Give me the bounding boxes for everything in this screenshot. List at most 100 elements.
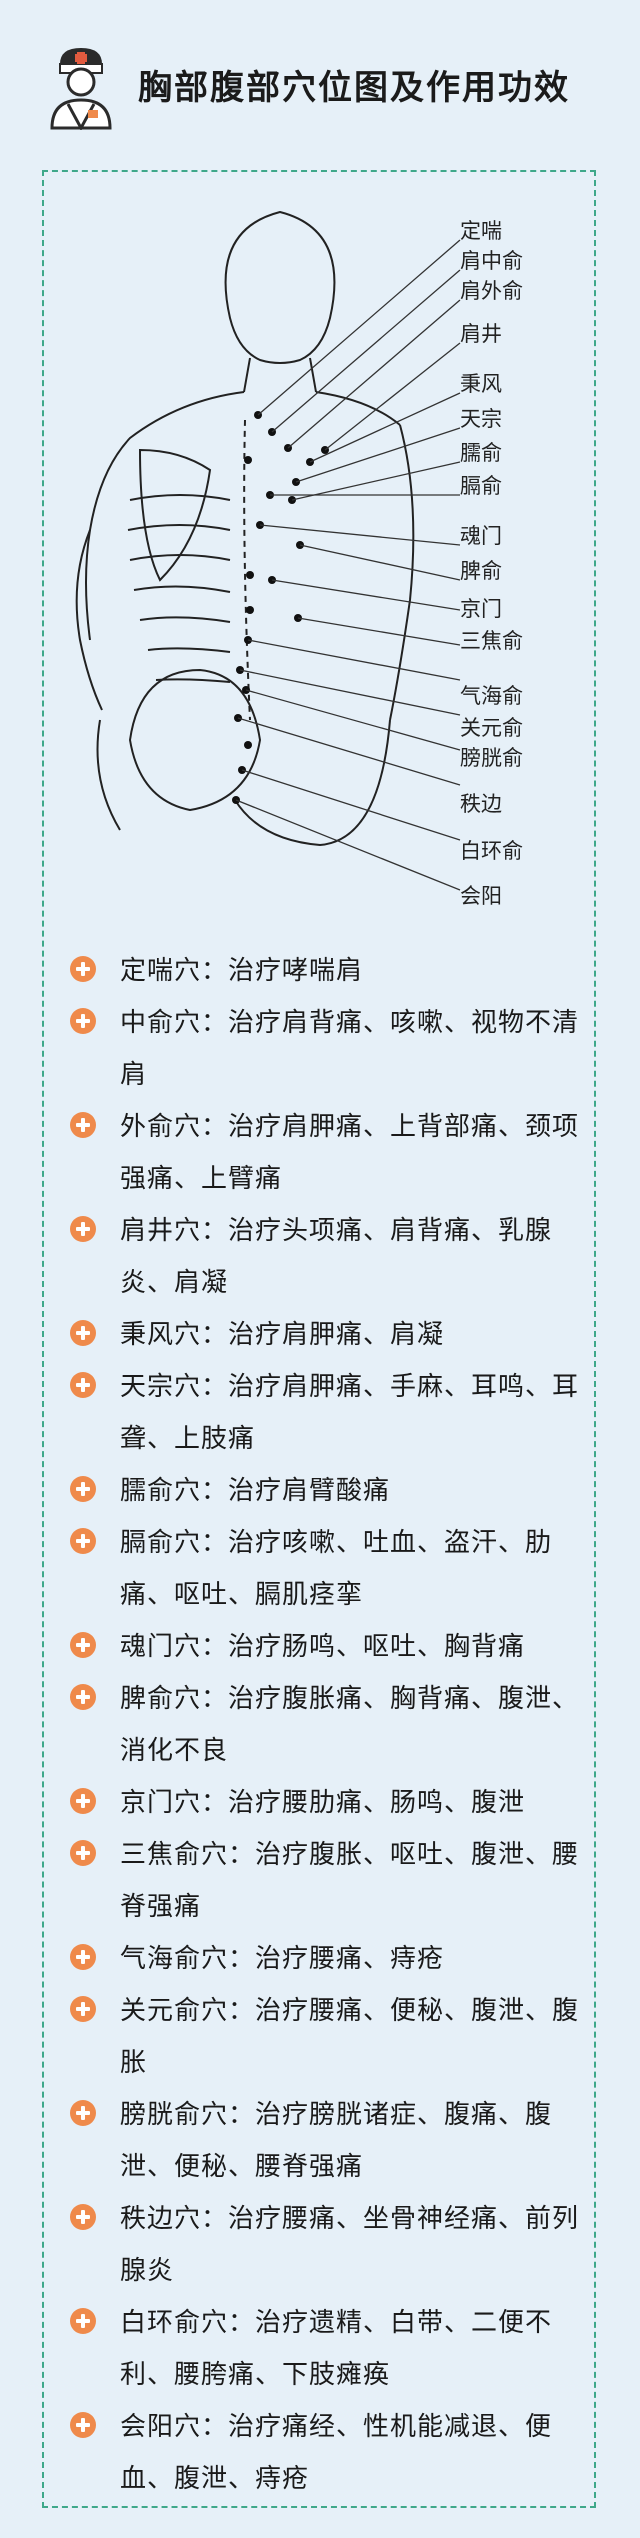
list-item: 白环俞穴：治疗遗精、白带、二便不利、腰胯痛、下肢瘫痪 bbox=[70, 2297, 590, 2401]
label-naoshu: 臑俞 bbox=[460, 441, 502, 465]
plus-icon bbox=[70, 1840, 96, 1866]
plus-icon bbox=[70, 1944, 96, 1970]
plus-icon bbox=[70, 1996, 96, 2022]
label-tianzong: 天宗 bbox=[460, 407, 502, 431]
list-item: 脾俞穴：治疗腹胀痛、胸背痛、腹泄、消化不良 bbox=[70, 1673, 590, 1777]
list-item: 膀胱俞穴：治疗膀胱诸症、腹痛、腹泄、便秘、腰脊强痛 bbox=[70, 2089, 590, 2193]
list-item: 关元俞穴：治疗腰痛、便秘、腹泄、腹胀 bbox=[70, 1985, 590, 2089]
label-hunmen: 魂门 bbox=[460, 524, 502, 548]
acupoint-effect: 治疗肩臂酸痛 bbox=[228, 1476, 391, 1506]
acupoint-list: 定喘穴：治疗哮喘肩中俞穴：治疗肩背痛、咳嗽、视物不清肩 外俞穴：治疗肩胛痛、上背部… bbox=[70, 945, 590, 2505]
label-sanjiaoshu: 三焦俞 bbox=[460, 629, 523, 653]
plus-icon bbox=[70, 1320, 96, 1346]
list-item-text: 天宗穴：治疗肩胛痛、手麻、耳鸣、耳聋、上肢痛 bbox=[120, 1372, 580, 1454]
list-item-text: 外俞穴：治疗肩胛痛、上背部痛、颈项强痛、上臂痛 bbox=[120, 1112, 580, 1194]
label-pishu: 脾俞 bbox=[460, 559, 502, 583]
header: 胸部腹部穴位图及作用功效 bbox=[0, 0, 640, 165]
label-zhibian: 秩边 bbox=[460, 792, 502, 816]
label-dingchuan: 定喘 bbox=[460, 219, 502, 243]
acupoint-name: 气海俞穴 bbox=[120, 1944, 229, 1974]
list-item: 天宗穴：治疗肩胛痛、手麻、耳鸣、耳聋、上肢痛 bbox=[70, 1361, 590, 1465]
plus-icon bbox=[70, 1788, 96, 1814]
label-pangguangshu: 膀胱俞 bbox=[460, 746, 523, 770]
acupoint-name: 秉风穴 bbox=[120, 1320, 202, 1350]
list-item-text: 肩井穴：治疗头项痛、肩背痛、乳腺炎、肩凝 bbox=[120, 1216, 553, 1298]
list-item-text: 定喘穴：治疗哮喘肩 bbox=[120, 956, 364, 986]
label-guanyuanshu: 关元俞 bbox=[460, 716, 523, 740]
list-item: 秉风穴：治疗肩胛痛、肩凝 bbox=[70, 1309, 590, 1361]
list-item: 肩井穴：治疗头项痛、肩背痛、乳腺炎、肩凝 bbox=[70, 1205, 590, 1309]
acupoint-effect: 治疗哮喘肩 bbox=[228, 956, 364, 986]
list-item: 臑俞穴：治疗肩臂酸痛 bbox=[70, 1465, 590, 1517]
acupoint-effect: 治疗肠鸣、呕吐、胸背痛 bbox=[228, 1632, 526, 1662]
list-item: 膈俞穴：治疗咳嗽、吐血、盗汗、肋痛、呕吐、膈肌痉挛 bbox=[70, 1517, 590, 1621]
acupoint-back-diagram bbox=[75, 210, 461, 891]
acupoint-name: 肩井穴 bbox=[120, 1216, 202, 1246]
acupoint-effect: 治疗肩胛痛、肩凝 bbox=[228, 1320, 445, 1350]
plus-icon bbox=[70, 1112, 96, 1138]
list-item-text: 白环俞穴：治疗遗精、白带、二便不利、腰胯痛、下肢瘫痪 bbox=[120, 2308, 553, 2390]
label-huiyang: 会阳 bbox=[460, 884, 502, 908]
list-item-text: 臑俞穴：治疗肩臂酸痛 bbox=[120, 1476, 391, 1506]
list-item-text: 会阳穴：治疗痛经、性机能减退、便血、腹泄、痔疮 bbox=[120, 2412, 553, 2494]
plus-icon bbox=[70, 1372, 96, 1398]
list-item: 定喘穴：治疗哮喘肩 bbox=[70, 945, 590, 997]
list-item-text: 气海俞穴：治疗腰痛、痔疮 bbox=[120, 1944, 445, 1974]
plus-icon bbox=[70, 1684, 96, 1710]
acupoint-name: 关元俞穴 bbox=[120, 1996, 229, 2026]
list-item: 京门穴：治疗腰肋痛、肠鸣、腹泄 bbox=[70, 1777, 590, 1829]
label-bingfeng: 秉风 bbox=[460, 372, 502, 396]
plus-icon bbox=[70, 2204, 96, 2230]
list-item-text: 京门穴：治疗腰肋痛、肠鸣、腹泄 bbox=[120, 1788, 526, 1818]
plus-icon bbox=[70, 1528, 96, 1554]
list-item-text: 魂门穴：治疗肠鸣、呕吐、胸背痛 bbox=[120, 1632, 526, 1662]
list-item: 三焦俞穴：治疗腹胀、呕吐、腹泄、腰脊强痛 bbox=[70, 1829, 590, 1933]
plus-icon bbox=[70, 1632, 96, 1658]
page-title: 胸部腹部穴位图及作用功效 bbox=[138, 68, 570, 108]
list-item: 气海俞穴：治疗腰痛、痔疮 bbox=[70, 1933, 590, 1985]
list-item: 外俞穴：治疗肩胛痛、上背部痛、颈项强痛、上臂痛 bbox=[70, 1101, 590, 1205]
plus-icon bbox=[70, 1008, 96, 1034]
acupoint-name: 中俞穴 bbox=[120, 1008, 202, 1038]
plus-icon bbox=[70, 1216, 96, 1242]
list-item-text: 秩边穴：治疗腰痛、坐骨神经痛、前列腺炎 bbox=[120, 2204, 580, 2286]
acupoint-name: 外俞穴 bbox=[120, 1112, 202, 1142]
list-item-text: 脾俞穴：治疗腹胀痛、胸背痛、腹泄、消化不良 bbox=[120, 1684, 580, 1766]
plus-icon bbox=[70, 1476, 96, 1502]
acupoint-name: 京门穴 bbox=[120, 1788, 202, 1818]
acupoint-name: 脾俞穴 bbox=[120, 1684, 202, 1714]
acupoint-name: 秩边穴 bbox=[120, 2204, 202, 2234]
list-item-text: 三焦俞穴：治疗腹胀、呕吐、腹泄、腰脊强痛 bbox=[120, 1840, 580, 1922]
acupoint-name: 臑俞穴 bbox=[120, 1476, 202, 1506]
list-item-text: 关元俞穴：治疗腰痛、便秘、腹泄、腹胀 bbox=[120, 1996, 580, 2078]
list-item-text: 秉风穴：治疗肩胛痛、肩凝 bbox=[120, 1320, 445, 1350]
list-item-text: 中俞穴：治疗肩背痛、咳嗽、视物不清肩 bbox=[120, 1008, 580, 1090]
plus-icon bbox=[70, 2308, 96, 2334]
plus-icon bbox=[70, 956, 96, 982]
doctor-icon bbox=[50, 48, 112, 130]
acupoint-name: 膀胱俞穴 bbox=[120, 2100, 229, 2130]
acupoint-name: 魂门穴 bbox=[120, 1632, 202, 1662]
acupoint-effect: 治疗腰肋痛、肠鸣、腹泄 bbox=[228, 1788, 526, 1818]
acupoint-name: 白环俞穴 bbox=[120, 2308, 229, 2338]
list-item: 秩边穴：治疗腰痛、坐骨神经痛、前列腺炎 bbox=[70, 2193, 590, 2297]
list-item: 中俞穴：治疗肩背痛、咳嗽、视物不清肩 bbox=[70, 997, 590, 1101]
acupoint-name: 定喘穴 bbox=[120, 956, 202, 986]
list-item: 会阳穴：治疗痛经、性机能减退、便血、腹泄、痔疮 bbox=[70, 2401, 590, 2505]
plus-icon bbox=[70, 2412, 96, 2438]
label-jianjing: 肩井 bbox=[460, 322, 502, 346]
label-geshu: 膈俞 bbox=[460, 474, 502, 498]
label-jianzhongshu: 肩中俞 bbox=[460, 249, 523, 273]
acupoint-name: 膈俞穴 bbox=[120, 1528, 202, 1558]
list-item-text: 膈俞穴：治疗咳嗽、吐血、盗汗、肋痛、呕吐、膈肌痉挛 bbox=[120, 1528, 553, 1610]
plus-icon bbox=[70, 2100, 96, 2126]
acupoint-effect: 治疗腰痛、痔疮 bbox=[255, 1944, 445, 1974]
label-baihuanshu: 白环俞 bbox=[460, 839, 523, 863]
acupoint-name: 天宗穴 bbox=[120, 1372, 202, 1402]
list-item: 魂门穴：治疗肠鸣、呕吐、胸背痛 bbox=[70, 1621, 590, 1673]
label-jianwaishu: 肩外俞 bbox=[460, 279, 523, 303]
acupoint-name: 三焦俞穴 bbox=[120, 1840, 229, 1870]
label-jingmen: 京门 bbox=[460, 597, 502, 621]
list-item-text: 膀胱俞穴：治疗膀胱诸症、腹痛、腹泄、便秘、腰脊强痛 bbox=[120, 2100, 553, 2182]
acupoint-name: 会阳穴 bbox=[120, 2412, 202, 2442]
